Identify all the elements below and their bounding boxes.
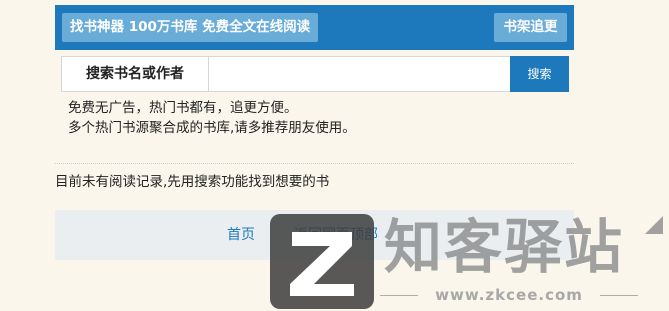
- divider: [55, 163, 574, 164]
- footer-nav: 首页 返回网页顶部: [55, 210, 574, 260]
- watermark-url: www.zkcee.com: [435, 286, 583, 304]
- reading-history-empty: 目前未有阅读记录,先用搜索功能找到想要的书: [55, 174, 330, 190]
- top-bar: 找书神器 100万书库 免费全文在线阅读 书架追更: [55, 5, 574, 50]
- brand-button[interactable]: 找书神器 100万书库 免费全文在线阅读: [62, 13, 319, 42]
- watermark-rule-right: [600, 295, 638, 296]
- triangle-icon: [645, 216, 663, 234]
- watermark-rule-left: [380, 295, 418, 296]
- search-bar: 搜索书名或作者 搜索: [55, 56, 574, 92]
- search-button[interactable]: 搜索: [510, 56, 569, 92]
- home-link[interactable]: 首页: [227, 225, 255, 245]
- search-input[interactable]: [208, 56, 512, 92]
- intro-text: 免费无广告，热门书都有，追更方便。 多个热门书源聚合成的书库,请多推荐朋友使用。: [68, 98, 356, 138]
- intro-line-1: 免费无广告，热门书都有，追更方便。: [68, 100, 298, 116]
- intro-line-2: 多个热门书源聚合成的书库,请多推荐朋友使用。: [68, 120, 356, 136]
- search-label: 搜索书名或作者: [61, 56, 209, 92]
- bookshelf-button[interactable]: 书架追更: [494, 13, 567, 42]
- back-to-top-link[interactable]: 返回网页顶部: [294, 225, 378, 245]
